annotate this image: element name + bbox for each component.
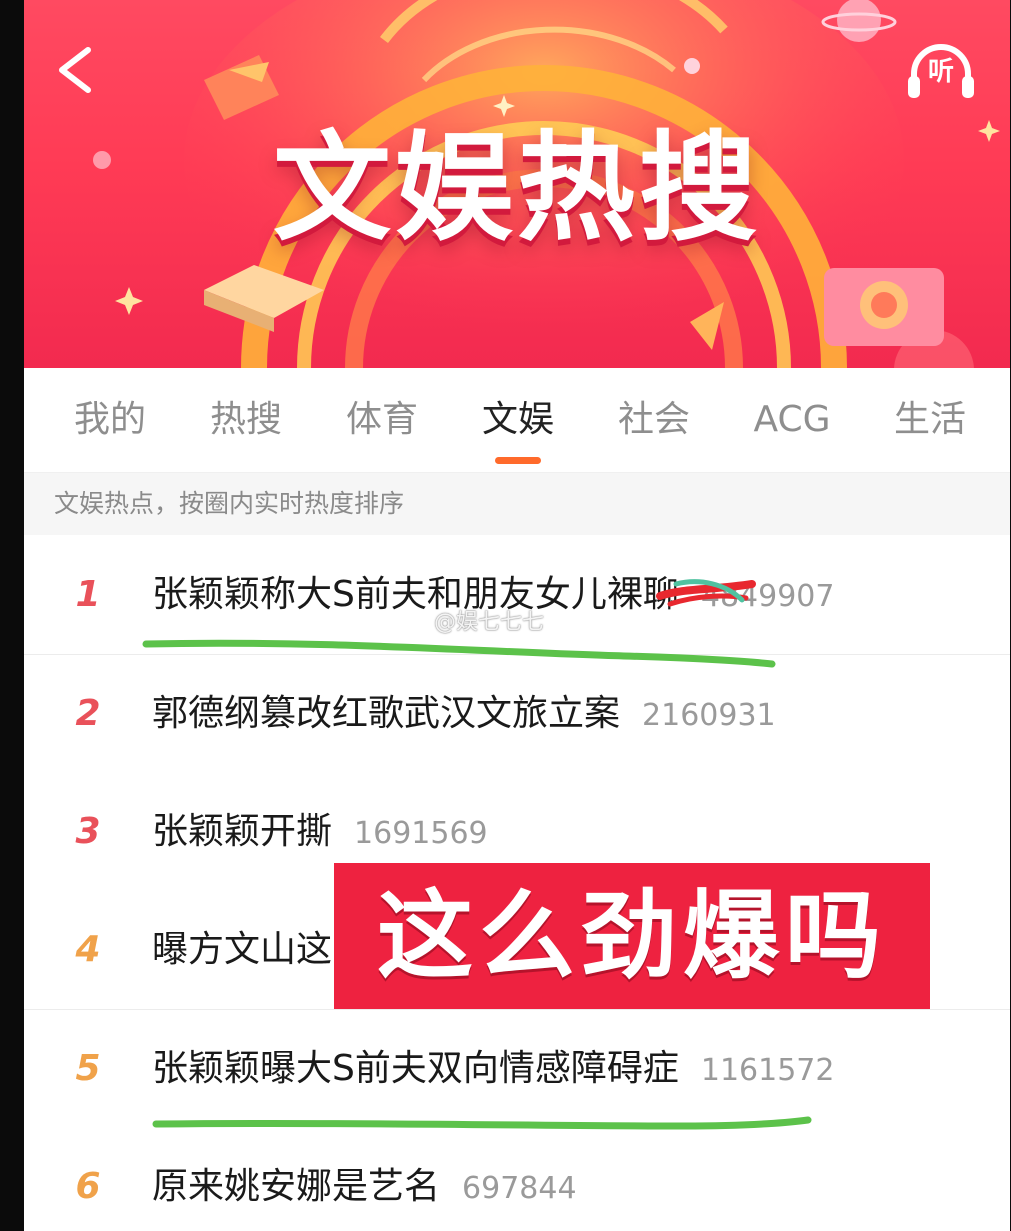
rank-number: 3 xyxy=(75,811,101,852)
rank-number: 2 xyxy=(75,693,101,734)
list-item-text: 郭德纲篡改红歌武汉文旅立案 xyxy=(152,693,621,734)
banner-title: 文娱热搜 xyxy=(272,119,761,257)
rank-number: 1 xyxy=(75,574,101,615)
banner: 文娱热搜 听 xyxy=(24,0,1010,368)
list-item-text: 张颖颖称大S前夫和朋友女儿裸聊 xyxy=(152,574,679,615)
listen-button[interactable]: 听 xyxy=(904,40,978,104)
list-item[interactable]: 5 张颖颖曝大S前夫双向情感障碍症 1161572 xyxy=(24,1010,1010,1129)
tab-sports[interactable]: 体育 xyxy=(326,396,438,444)
caption-overlay: 这么劲爆吗 xyxy=(334,863,930,1009)
heat-count: 2160931 xyxy=(642,698,776,733)
list-item-title: 曝方文山这 xyxy=(152,927,354,975)
list-item-text: 曝方文山这 xyxy=(152,929,333,970)
rank-number: 5 xyxy=(75,1048,101,1089)
list-item-text: 张颖颖开撕 xyxy=(152,811,333,852)
heat-count: 1161572 xyxy=(700,1053,835,1088)
tab-hot-search[interactable]: 热搜 xyxy=(190,396,302,444)
listen-label: 听 xyxy=(927,57,954,87)
list-item-title: 张颖颖开撕 1691569 xyxy=(152,809,488,857)
heat-count: 697844 xyxy=(462,1171,577,1206)
heat-count: 1691569 xyxy=(354,816,488,851)
category-tabs: 我的 热搜 体育 文娱 社会 ACG 生活 xyxy=(24,368,1010,473)
tab-entertainment[interactable]: 文娱 xyxy=(462,396,574,444)
back-button[interactable] xyxy=(46,38,106,102)
caption-text: 这么劲爆吗 xyxy=(377,880,887,992)
list-item-title: 郭德纲篡改红歌武汉文旅立案 2160931 xyxy=(152,691,776,739)
list-item[interactable]: 1 张颖颖称大S前夫和朋友女儿裸聊 4849907 xyxy=(24,536,1010,655)
list-item-title: 张颖颖曝大S前夫双向情感障碍症 1161572 xyxy=(152,1046,834,1094)
tab-society[interactable]: 社会 xyxy=(598,396,710,444)
rank-number: 4 xyxy=(75,929,101,970)
list-description: 文娱热点，按圈内实时热度排序 xyxy=(24,473,1010,535)
tab-acg[interactable]: ACG xyxy=(736,396,848,444)
heat-count: 4849907 xyxy=(700,579,835,614)
rank-number: 6 xyxy=(75,1166,101,1207)
list-item-text: 原来姚安娜是艺名 xyxy=(152,1166,441,1207)
hot-search-screen: 文娱热搜 听 我的 热搜 体育 文娱 社会 ACG 生活 文娱热点，按圈内实时热… xyxy=(24,0,1010,1231)
tab-mine[interactable]: 我的 xyxy=(54,396,166,444)
watermark: @娱七七七 xyxy=(434,610,545,635)
tab-life[interactable]: 生活 xyxy=(874,396,986,444)
list-item[interactable]: 6 原来姚安娜是艺名 697844 xyxy=(24,1128,1010,1231)
list-item-title: 原来姚安娜是艺名 697844 xyxy=(152,1164,577,1212)
list-item-text: 张颖颖曝大S前夫双向情感障碍症 xyxy=(152,1048,679,1089)
list-item[interactable]: 2 郭德纲篡改红歌武汉文旅立案 2160931 xyxy=(24,655,1010,774)
chevron-left-icon xyxy=(59,47,91,93)
active-tab-indicator xyxy=(495,457,541,464)
